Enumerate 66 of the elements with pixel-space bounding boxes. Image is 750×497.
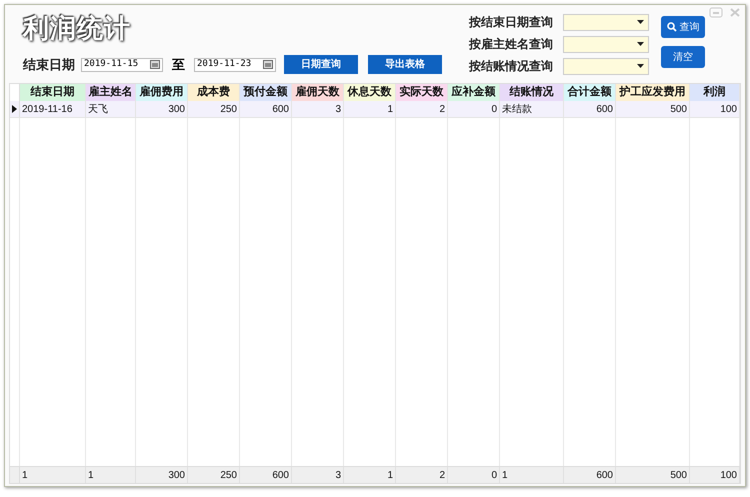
date-field[interactable]: 2019-11-23 [194, 58, 276, 72]
summary-cell: 3 [292, 467, 344, 483]
minimize-icon[interactable] [709, 7, 723, 18]
query-dropdown[interactable] [563, 58, 649, 74]
date-value: 2019-11-23 [197, 58, 252, 71]
table-cell: 0 [448, 101, 500, 117]
caret-icon [637, 42, 644, 46]
column-header[interactable]: 雇佣天数 [292, 84, 344, 101]
date-label: 结束日期 [23, 56, 75, 74]
summary-cell: 600 [564, 467, 616, 483]
separator-label: 至 [172, 56, 185, 74]
summary-cell: 1 [86, 467, 136, 483]
calendar-icon[interactable] [263, 60, 273, 69]
summary-cell: 1 [20, 467, 86, 483]
caret-icon [637, 64, 644, 68]
column-header[interactable]: 雇佣费用 [136, 84, 188, 101]
query-label: 按雇主姓名查询 [469, 36, 554, 53]
close-icon[interactable] [729, 7, 741, 18]
summary-cell: 1 [500, 467, 564, 483]
date-value: 2019-11-15 [84, 58, 138, 71]
summary-cell: 100 [690, 467, 740, 483]
query-dropdown[interactable] [563, 36, 649, 52]
page-title: 利润统计 [23, 15, 131, 41]
table-cell: 300 [136, 101, 188, 117]
table-cell: 天飞 [86, 101, 136, 117]
column-header[interactable]: 预付金额 [240, 84, 292, 101]
search-icon [666, 22, 676, 32]
column-header[interactable]: 成本费 [188, 84, 240, 101]
action-button[interactable]: 日期查询 [284, 55, 358, 74]
query-label: 按结束日期查询 [469, 14, 554, 31]
summary-cell: 250 [188, 467, 240, 483]
column-header[interactable]: 应补金额 [448, 84, 500, 101]
summary-cell: 300 [136, 467, 188, 483]
column-header[interactable]: 护工应发费用 [616, 84, 690, 101]
column-header[interactable]: 利润 [690, 84, 740, 101]
summary-cell: 600 [240, 467, 292, 483]
clear-button[interactable]: 清空 [661, 46, 705, 68]
table-cell: 2019-11-16 [20, 101, 86, 117]
table-row[interactable]: 2019-11-16 天飞 300 250 600 3 1 2 0 未结款 600 500 100 [10, 101, 740, 118]
search-button[interactable]: 查询 [661, 16, 705, 38]
summary-cell: 0 [448, 467, 500, 483]
table-cell: 100 [690, 101, 740, 117]
table-cell: 3 [292, 101, 344, 117]
summary-cell: 1 [344, 467, 396, 483]
table-cell: 2 [396, 101, 448, 117]
table-cell: 1 [344, 101, 396, 117]
row-pointer-icon [12, 105, 17, 113]
column-header[interactable]: 雇主姓名 [86, 84, 136, 101]
column-header[interactable]: 合计金额 [564, 84, 616, 101]
column-header[interactable]: 结束日期 [20, 84, 86, 101]
column-header[interactable]: 结账情况 [500, 84, 564, 101]
calendar-icon[interactable] [150, 60, 160, 69]
column-header[interactable]: 休息天数 [344, 84, 396, 101]
caret-icon [637, 20, 644, 24]
query-label: 按结账情况查询 [469, 58, 554, 75]
table-cell: 250 [188, 101, 240, 117]
table-cell: 600 [564, 101, 616, 117]
action-button[interactable]: 导出表格 [368, 55, 442, 74]
table-cell: 未结款 [500, 101, 564, 117]
table-cell: 600 [240, 101, 292, 117]
summary-cell: 2 [396, 467, 448, 483]
date-field[interactable]: 2019-11-15 [81, 58, 163, 72]
query-dropdown[interactable] [563, 14, 649, 30]
summary-cell: 500 [616, 467, 690, 483]
table-cell: 500 [616, 101, 690, 117]
column-header[interactable]: 实际天数 [396, 84, 448, 101]
